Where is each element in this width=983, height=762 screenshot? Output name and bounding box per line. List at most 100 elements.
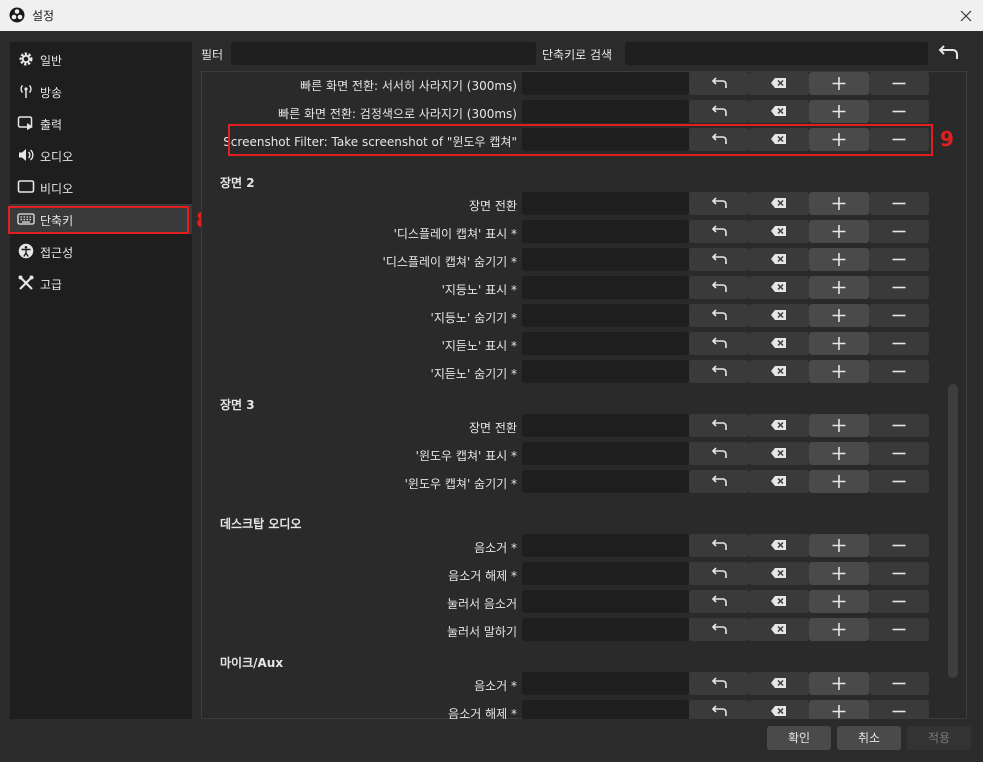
clear-button[interactable]: [749, 360, 809, 383]
remove-binding-button[interactable]: [869, 534, 929, 557]
undo-icon: [711, 77, 727, 88]
add-binding-button[interactable]: [809, 332, 869, 355]
revert-button[interactable]: [689, 562, 749, 585]
apply-button[interactable]: 적용: [907, 726, 971, 750]
add-binding-button[interactable]: [809, 192, 869, 215]
add-binding-button[interactable]: [809, 248, 869, 271]
add-binding-button[interactable]: [809, 100, 869, 123]
remove-binding-button[interactable]: [869, 192, 929, 215]
revert-button[interactable]: [689, 304, 749, 327]
add-binding-button[interactable]: [809, 304, 869, 327]
hotkey-binding-input[interactable]: [522, 534, 689, 557]
undo-icon: [711, 623, 727, 634]
revert-button[interactable]: [689, 700, 749, 719]
clear-button[interactable]: [749, 100, 809, 123]
clear-button[interactable]: [749, 220, 809, 243]
remove-binding-button[interactable]: [869, 276, 929, 299]
hotkey-binding-input[interactable]: [522, 304, 689, 327]
add-binding-button[interactable]: [809, 220, 869, 243]
hotkey-rows-layer: 빠른 화면 전환: 서서히 사라지기 (300ms) 빠른 화면 전환: 검정색으…: [0, 0, 983, 719]
clear-button[interactable]: [749, 192, 809, 215]
hotkey-binding-input[interactable]: [522, 276, 689, 299]
revert-button[interactable]: [689, 100, 749, 123]
hotkey-binding-input[interactable]: [522, 72, 689, 95]
revert-button[interactable]: [689, 618, 749, 641]
hotkey-binding-input[interactable]: [522, 590, 689, 613]
add-binding-button[interactable]: [809, 360, 869, 383]
clear-button[interactable]: [749, 304, 809, 327]
remove-binding-button[interactable]: [869, 304, 929, 327]
clear-button[interactable]: [749, 590, 809, 613]
remove-binding-button[interactable]: [869, 562, 929, 585]
hotkey-binding-input[interactable]: [522, 618, 689, 641]
hotkey-label: 눌러서 말하기: [446, 625, 517, 639]
add-binding-button[interactable]: [809, 72, 869, 95]
revert-button[interactable]: [689, 276, 749, 299]
hotkey-label: '지듣노' 숨기기 *: [430, 367, 517, 381]
add-binding-button[interactable]: [809, 672, 869, 695]
revert-button[interactable]: [689, 72, 749, 95]
add-binding-button[interactable]: [809, 618, 869, 641]
remove-binding-button[interactable]: [869, 220, 929, 243]
revert-button[interactable]: [689, 332, 749, 355]
add-binding-button[interactable]: [809, 562, 869, 585]
remove-binding-button[interactable]: [869, 442, 929, 465]
clear-button[interactable]: [749, 72, 809, 95]
revert-button[interactable]: [689, 414, 749, 437]
clear-button[interactable]: [749, 534, 809, 557]
hotkey-binding-input[interactable]: [522, 192, 689, 215]
remove-binding-button[interactable]: [869, 248, 929, 271]
remove-binding-button[interactable]: [869, 590, 929, 613]
ok-button[interactable]: 확인: [767, 726, 831, 750]
hotkey-binding-input[interactable]: [522, 414, 689, 437]
hotkey-binding-input[interactable]: [522, 700, 689, 719]
revert-button[interactable]: [689, 590, 749, 613]
clear-button[interactable]: [749, 618, 809, 641]
clear-button[interactable]: [749, 414, 809, 437]
clear-button[interactable]: [749, 276, 809, 299]
clear-button[interactable]: [749, 672, 809, 695]
add-binding-button[interactable]: [809, 442, 869, 465]
remove-binding-button[interactable]: [869, 414, 929, 437]
hotkey-binding-input[interactable]: [522, 470, 689, 493]
remove-binding-button[interactable]: [869, 100, 929, 123]
add-binding-button[interactable]: [809, 414, 869, 437]
revert-button[interactable]: [689, 470, 749, 493]
remove-binding-button[interactable]: [869, 332, 929, 355]
add-binding-button[interactable]: [809, 534, 869, 557]
remove-binding-button[interactable]: [869, 700, 929, 719]
remove-binding-button[interactable]: [869, 672, 929, 695]
clear-button[interactable]: [749, 562, 809, 585]
revert-button[interactable]: [689, 192, 749, 215]
revert-button[interactable]: [689, 360, 749, 383]
add-binding-button[interactable]: [809, 700, 869, 719]
hotkey-binding-input[interactable]: [522, 672, 689, 695]
add-binding-button[interactable]: [809, 276, 869, 299]
revert-button[interactable]: [689, 534, 749, 557]
remove-binding-button[interactable]: [869, 72, 929, 95]
add-binding-button[interactable]: [809, 470, 869, 493]
revert-button[interactable]: [689, 672, 749, 695]
hotkey-binding-input[interactable]: [522, 360, 689, 383]
clear-button[interactable]: [749, 470, 809, 493]
remove-binding-button[interactable]: [869, 470, 929, 493]
remove-binding-button[interactable]: [869, 360, 929, 383]
plus-icon: [832, 595, 846, 608]
revert-button[interactable]: [689, 248, 749, 271]
hotkey-binding-input[interactable]: [522, 220, 689, 243]
clear-button[interactable]: [749, 248, 809, 271]
revert-button[interactable]: [689, 220, 749, 243]
minus-icon: [892, 370, 906, 373]
add-binding-button[interactable]: [809, 590, 869, 613]
clear-button[interactable]: [749, 442, 809, 465]
cancel-button[interactable]: 취소: [837, 726, 901, 750]
hotkey-binding-input[interactable]: [522, 100, 689, 123]
hotkey-binding-input[interactable]: [522, 332, 689, 355]
remove-binding-button[interactable]: [869, 618, 929, 641]
hotkey-binding-input[interactable]: [522, 562, 689, 585]
hotkey-binding-input[interactable]: [522, 248, 689, 271]
clear-button[interactable]: [749, 332, 809, 355]
hotkey-binding-input[interactable]: [522, 442, 689, 465]
revert-button[interactable]: [689, 442, 749, 465]
clear-button[interactable]: [749, 700, 809, 719]
